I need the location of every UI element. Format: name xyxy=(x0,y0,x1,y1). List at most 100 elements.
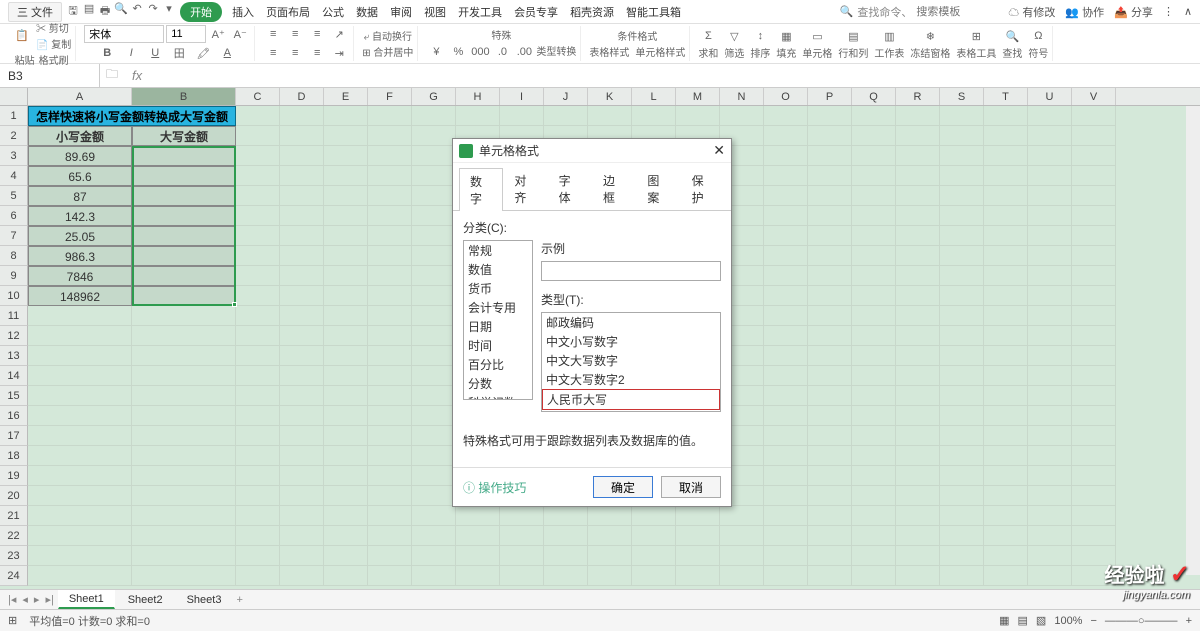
cell[interactable] xyxy=(984,366,1028,386)
cell[interactable] xyxy=(28,546,132,566)
cell[interactable] xyxy=(852,526,896,546)
cell[interactable] xyxy=(236,526,280,546)
cell[interactable] xyxy=(412,506,456,526)
category-item[interactable]: 数值 xyxy=(464,260,532,279)
cell[interactable] xyxy=(324,546,368,566)
cell[interactable] xyxy=(544,106,588,126)
zoom-in-icon[interactable]: + xyxy=(1186,615,1192,627)
cell[interactable] xyxy=(764,146,808,166)
cell[interactable] xyxy=(28,446,132,466)
col-header[interactable]: S xyxy=(940,88,984,105)
cell[interactable] xyxy=(984,126,1028,146)
tab-protect[interactable]: 保护 xyxy=(681,167,725,210)
cell[interactable] xyxy=(28,306,132,326)
cut-button[interactable]: ✂ 剪切 xyxy=(36,20,71,35)
row-header[interactable]: 2 xyxy=(0,126,28,146)
cell[interactable] xyxy=(984,526,1028,546)
row-header[interactable]: 20 xyxy=(0,486,28,506)
table-style[interactable]: 表格样式 xyxy=(589,44,629,59)
sheet-tab[interactable]: Sheet1 xyxy=(58,590,115,609)
cell[interactable] xyxy=(1072,246,1116,266)
data-cell[interactable] xyxy=(132,186,236,206)
cell[interactable] xyxy=(1072,346,1116,366)
cell[interactable] xyxy=(280,206,324,226)
cell[interactable] xyxy=(412,206,456,226)
cell[interactable] xyxy=(324,126,368,146)
cancel-button[interactable]: 取消 xyxy=(661,476,721,498)
col-header[interactable]: N xyxy=(720,88,764,105)
cell[interactable] xyxy=(1072,146,1116,166)
category-list[interactable]: 常规数值货币会计专用日期时间百分比分数科学记数文本特殊自定义 xyxy=(463,240,533,400)
cell[interactable] xyxy=(1028,546,1072,566)
cell[interactable] xyxy=(28,346,132,366)
cell[interactable] xyxy=(896,326,940,346)
cell[interactable] xyxy=(984,146,1028,166)
cell[interactable] xyxy=(940,186,984,206)
cell[interactable] xyxy=(280,386,324,406)
cell[interactable] xyxy=(764,446,808,466)
cell[interactable] xyxy=(940,326,984,346)
cell[interactable] xyxy=(764,266,808,286)
cell[interactable] xyxy=(236,466,280,486)
cell[interactable] xyxy=(896,206,940,226)
freeze-icon[interactable]: ❄ xyxy=(920,27,940,45)
cell[interactable] xyxy=(368,206,412,226)
cell[interactable] xyxy=(1028,566,1072,586)
cell[interactable] xyxy=(808,266,852,286)
cell[interactable] xyxy=(324,146,368,166)
cond-format[interactable]: 条件格式 xyxy=(617,28,657,43)
sheet-nav-last[interactable]: ▸| xyxy=(43,593,55,606)
cell[interactable] xyxy=(764,246,808,266)
cell[interactable] xyxy=(896,546,940,566)
data-cell[interactable] xyxy=(132,146,236,166)
cell[interactable] xyxy=(896,126,940,146)
dialog-titlebar[interactable]: 单元格格式 ✕ xyxy=(453,139,731,163)
row-header[interactable]: 15 xyxy=(0,386,28,406)
cell[interactable] xyxy=(324,426,368,446)
cell[interactable] xyxy=(324,306,368,326)
col-header[interactable]: K xyxy=(588,88,632,105)
cell[interactable] xyxy=(940,466,984,486)
cell[interactable] xyxy=(1072,506,1116,526)
chevron-icon[interactable]: ∧ xyxy=(1184,5,1192,18)
cell[interactable] xyxy=(808,546,852,566)
cell[interactable] xyxy=(132,526,236,546)
cell[interactable] xyxy=(1028,186,1072,206)
cell[interactable] xyxy=(412,306,456,326)
cell[interactable] xyxy=(984,306,1028,326)
undo-icon[interactable]: ↶ xyxy=(130,2,144,21)
cell[interactable] xyxy=(940,386,984,406)
tab-dev[interactable]: 开发工具 xyxy=(452,4,508,20)
cell[interactable] xyxy=(324,186,368,206)
cell[interactable] xyxy=(896,426,940,446)
cell[interactable] xyxy=(456,506,500,526)
cell[interactable] xyxy=(764,546,808,566)
cell[interactable] xyxy=(852,366,896,386)
cell[interactable] xyxy=(852,206,896,226)
cell[interactable] xyxy=(940,106,984,126)
cell[interactable] xyxy=(676,526,720,546)
cell[interactable] xyxy=(896,186,940,206)
cell[interactable] xyxy=(324,286,368,306)
row-header[interactable]: 19 xyxy=(0,466,28,486)
cell[interactable] xyxy=(1028,466,1072,486)
type-item[interactable]: 邮政编码 xyxy=(542,313,720,332)
cell[interactable] xyxy=(236,206,280,226)
cell[interactable] xyxy=(764,566,808,586)
cell[interactable] xyxy=(324,466,368,486)
cell[interactable] xyxy=(412,226,456,246)
cell[interactable] xyxy=(940,506,984,526)
cell[interactable] xyxy=(808,366,852,386)
header-cell[interactable]: 大写金额 xyxy=(132,126,236,146)
save-icon[interactable]: 🖫 xyxy=(66,2,80,21)
cell[interactable] xyxy=(984,166,1028,186)
cell[interactable] xyxy=(896,406,940,426)
cell[interactable] xyxy=(28,466,132,486)
cell[interactable] xyxy=(808,246,852,266)
type-item[interactable]: 中文小写数字 xyxy=(542,332,720,351)
data-cell[interactable]: 986.3 xyxy=(28,246,132,266)
col-header[interactable]: U xyxy=(1028,88,1072,105)
cell[interactable] xyxy=(1028,326,1072,346)
cell[interactable] xyxy=(1072,126,1116,146)
cell[interactable] xyxy=(236,486,280,506)
